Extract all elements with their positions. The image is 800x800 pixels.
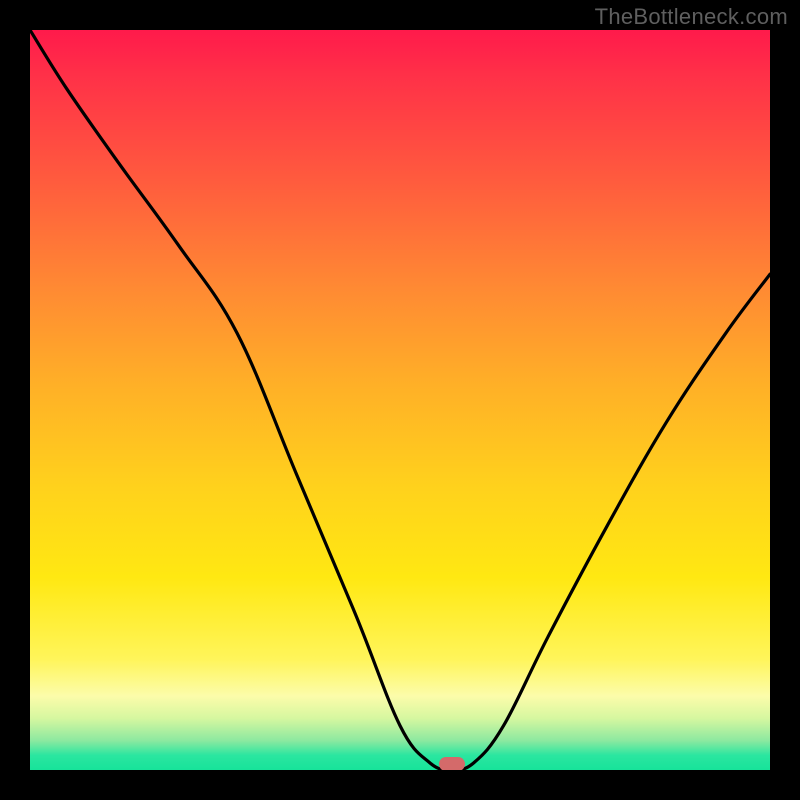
plot-area [30, 30, 770, 770]
chart-frame: TheBottleneck.com [0, 0, 800, 800]
optimal-point-marker [439, 757, 465, 770]
bottleneck-curve [30, 30, 770, 770]
watermark-text: TheBottleneck.com [595, 4, 788, 30]
